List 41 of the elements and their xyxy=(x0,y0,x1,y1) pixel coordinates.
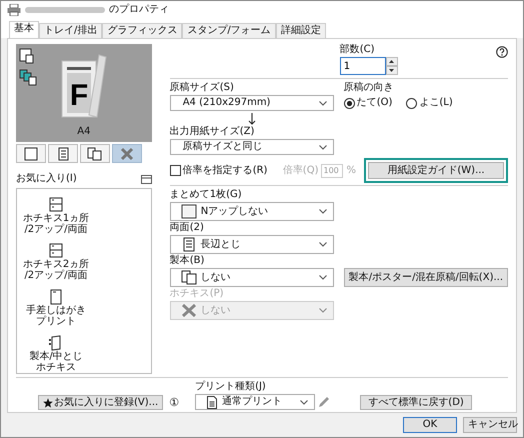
print-type-dropdown[interactable]: 通常プリント xyxy=(195,394,316,410)
orientation-radio[interactable]: たて(O) xyxy=(344,97,392,109)
duplex-label: 両面(2) xyxy=(170,222,205,234)
duplex-dropdown[interactable]: 長辺とじ xyxy=(170,235,334,254)
booklet-label: 製本(B) xyxy=(170,255,206,267)
tab[interactable]: グラフィックス xyxy=(102,23,182,38)
copies-field[interactable]: 1 xyxy=(340,57,386,75)
favorite-item[interactable]: 手差しはがき プリント xyxy=(19,289,93,327)
copies-label: 部数(C) xyxy=(340,44,376,56)
layout-dropdown[interactable]: Nアップしない xyxy=(170,202,334,221)
tab[interactable]: トレイ/排出 xyxy=(39,23,102,38)
print-type-label: プリント種類(J) xyxy=(195,381,267,393)
booklet-dropdown[interactable]: しない xyxy=(170,268,334,287)
tab[interactable]: 詳細設定 xyxy=(276,23,326,38)
rate-unit: % xyxy=(346,164,356,176)
favorite-item[interactable]: ホチキス1ヵ所 /2アップ/両面 xyxy=(19,197,93,235)
output-size-dropdown[interactable]: 原稿サイズと同じ xyxy=(170,139,334,155)
page-letter: F xyxy=(70,79,88,112)
favorite-item[interactable]: ホチキス2ヵ所 /2アップ/両面 xyxy=(19,243,93,281)
output-size-label: 出力用紙サイズ(Z) xyxy=(170,126,256,138)
paper-size-label: A4 xyxy=(76,126,92,138)
reset-defaults-button[interactable]: すべて標準に戻す(D) xyxy=(360,395,472,410)
info-mark: ① xyxy=(169,397,180,409)
original-size-dropdown[interactable]: A4 (210x297mm) xyxy=(170,95,334,111)
favorites-label: お気に入り(I) xyxy=(16,173,77,185)
staple-label: ホチキス(P) xyxy=(170,288,225,300)
scale-checkbox[interactable]: 倍率を指定する(R) xyxy=(170,164,268,176)
paper-guide-button[interactable]: 用紙設定ガイド(W)... xyxy=(368,162,504,179)
booklet-settings-button[interactable]: 製本/ポスター/混在原稿/回転(X)... xyxy=(344,268,508,287)
ok-button[interactable]: OK xyxy=(403,417,457,433)
layout-label: まとめて1枚(G) xyxy=(170,189,243,201)
rate-label: 倍率(Q) xyxy=(282,164,318,176)
orientation-label: 原稿の向き xyxy=(344,82,395,94)
favorite-item[interactable]: 製本/中とじ ホチキス xyxy=(19,335,93,373)
add-favorite-button[interactable]: お気に入りに登録(V)... xyxy=(38,395,164,410)
tab[interactable]: 基本 xyxy=(9,21,39,38)
tab[interactable]: スタンプ/フォーム xyxy=(182,23,276,38)
orientation-radio[interactable]: よこ(L) xyxy=(406,97,453,109)
original-size-label: 原稿サイズ(S) xyxy=(170,82,235,94)
window-title: のプロパティ xyxy=(109,4,169,16)
cancel-button[interactable]: キャンセル xyxy=(463,417,517,433)
